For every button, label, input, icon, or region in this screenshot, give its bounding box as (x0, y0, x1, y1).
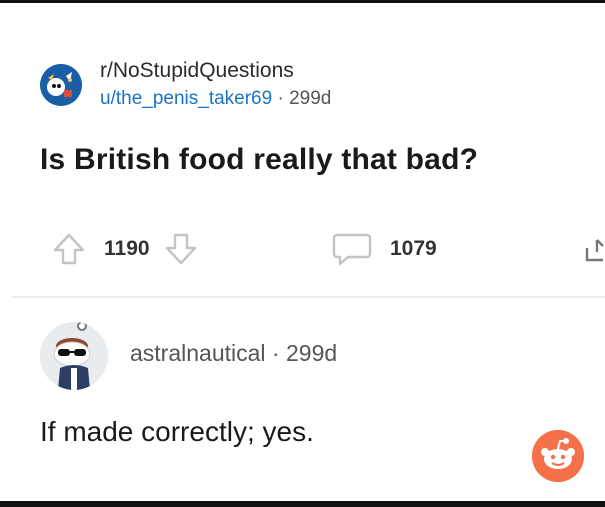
post-author[interactable]: u/the_penis_taker69 (100, 88, 272, 109)
subreddit-avatar[interactable] (40, 63, 82, 106)
upvote-arrow-icon[interactable] (52, 232, 86, 266)
share-button[interactable] (585, 238, 605, 264)
reddit-app-button[interactable] (532, 430, 584, 482)
comment-avatar[interactable] (40, 322, 108, 390)
snoo-icon (532, 430, 584, 482)
subreddit-avatar-icon (40, 63, 82, 106)
comment-body: If made correctly; yes. (40, 416, 314, 447)
post-header: r/NoStupidQuestions u/the_penis_taker69 … (40, 58, 331, 111)
comment-bubble-icon (332, 232, 372, 266)
divider (12, 296, 605, 298)
post-action-bar: 1190 1079 (0, 226, 605, 266)
post-score: 1190 (104, 237, 150, 260)
comment-author[interactable]: astralnautical (130, 340, 266, 366)
post-age: 299d (289, 88, 332, 109)
comment-meta: astralnautical · 299d (130, 340, 337, 367)
subreddit-name[interactable]: r/NoStupidQuestions (100, 58, 331, 84)
downvote-arrow-icon[interactable] (164, 232, 198, 266)
byline-separator: · (277, 88, 284, 109)
post-title[interactable]: Is British food really that bad? (40, 143, 478, 177)
top-border (0, 0, 605, 3)
comment-count: 1079 (390, 237, 437, 260)
post-byline: u/the_penis_taker69 · 299d (100, 87, 331, 111)
comment-separator: · (271, 340, 280, 366)
comment-age: 299d (285, 340, 338, 366)
comments-button[interactable]: 1079 (332, 232, 437, 266)
share-icon (585, 238, 605, 264)
bottom-border (0, 501, 605, 507)
vote-group: 1190 (52, 232, 198, 266)
snoo-avatar-icon (40, 322, 108, 390)
